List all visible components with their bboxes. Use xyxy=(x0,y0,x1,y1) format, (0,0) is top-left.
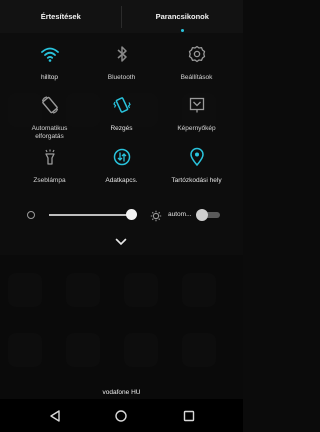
brightness-slider-thumb[interactable] xyxy=(126,209,137,220)
tile-auto-rotate[interactable]: Automatikus elforgatás xyxy=(9,95,90,155)
tab-divider xyxy=(121,6,122,28)
auto-brightness-toggle[interactable] xyxy=(196,209,220,221)
tile-flashlight[interactable]: Zseblámpa xyxy=(9,147,90,207)
tile-bluetooth-label: Bluetooth xyxy=(107,74,136,81)
quick-settings-screen: Értesítések Parancsikonok hilltop Blueto… xyxy=(0,0,243,432)
tile-screenshot[interactable]: Képernyőkép xyxy=(156,95,237,155)
background-app-icon xyxy=(182,333,216,367)
expand-chevron-down-icon[interactable] xyxy=(115,233,127,246)
flashlight-icon xyxy=(40,147,60,167)
brightness-row: autom... xyxy=(24,205,224,222)
tile-auto-rotate-label: Automatikus elforgatás xyxy=(31,125,68,140)
tile-location[interactable]: Tartózkodási hely xyxy=(156,147,237,207)
background-app-icon xyxy=(66,273,100,307)
tile-location-label: Tartózkodási hely xyxy=(171,177,222,184)
tile-wifi-label: hilltop xyxy=(41,74,58,81)
active-tab-indicator xyxy=(181,29,184,32)
auto-rotate-icon xyxy=(40,95,60,115)
mobile-data-icon xyxy=(112,147,132,167)
carrier-label: vodafone HU xyxy=(102,389,141,396)
brightness-slider-track[interactable] xyxy=(49,214,131,216)
auto-brightness-label: autom... xyxy=(168,211,192,218)
quick-settings-panel: hilltop Bluetooth Beállítások Automatiku… xyxy=(0,33,243,255)
vibrate-icon xyxy=(112,95,132,115)
tile-mobile-data[interactable]: Adatkapcs. xyxy=(81,147,162,207)
background-app-icon xyxy=(182,273,216,307)
toggle-knob xyxy=(196,209,208,221)
home-icon[interactable] xyxy=(113,408,129,424)
background-app-icon xyxy=(66,333,100,367)
tile-mobile-data-label: Adatkapcs. xyxy=(105,177,138,184)
recent-apps-icon[interactable] xyxy=(181,408,197,424)
screenshot-icon xyxy=(187,95,207,115)
brightness-high-icon xyxy=(150,209,162,222)
background-app-icon xyxy=(124,273,158,307)
tile-vibrate[interactable]: Rezgés xyxy=(81,95,162,155)
tab-notifications[interactable]: Értesítések xyxy=(0,0,122,33)
wifi-icon xyxy=(40,44,60,64)
notification-tabs: Értesítések Parancsikonok xyxy=(0,0,243,33)
tile-vibrate-label: Rezgés xyxy=(110,125,133,132)
background-app-icon xyxy=(8,273,42,307)
tab-notifications-label: Értesítések xyxy=(40,12,81,21)
tile-screenshot-label: Képernyőkép xyxy=(177,125,216,132)
back-icon[interactable] xyxy=(47,408,63,424)
brightness-low-icon xyxy=(27,211,35,219)
tab-shortcuts-label: Parancsikonok xyxy=(155,12,209,21)
navigation-bar xyxy=(0,399,243,432)
background-app-icon xyxy=(8,333,42,367)
location-icon xyxy=(187,147,207,167)
background-app-icon xyxy=(124,333,158,367)
tile-settings-label: Beállítások xyxy=(180,74,213,81)
bluetooth-icon xyxy=(112,44,132,64)
settings-icon xyxy=(187,44,207,64)
tile-flashlight-label: Zseblámpa xyxy=(33,177,66,184)
